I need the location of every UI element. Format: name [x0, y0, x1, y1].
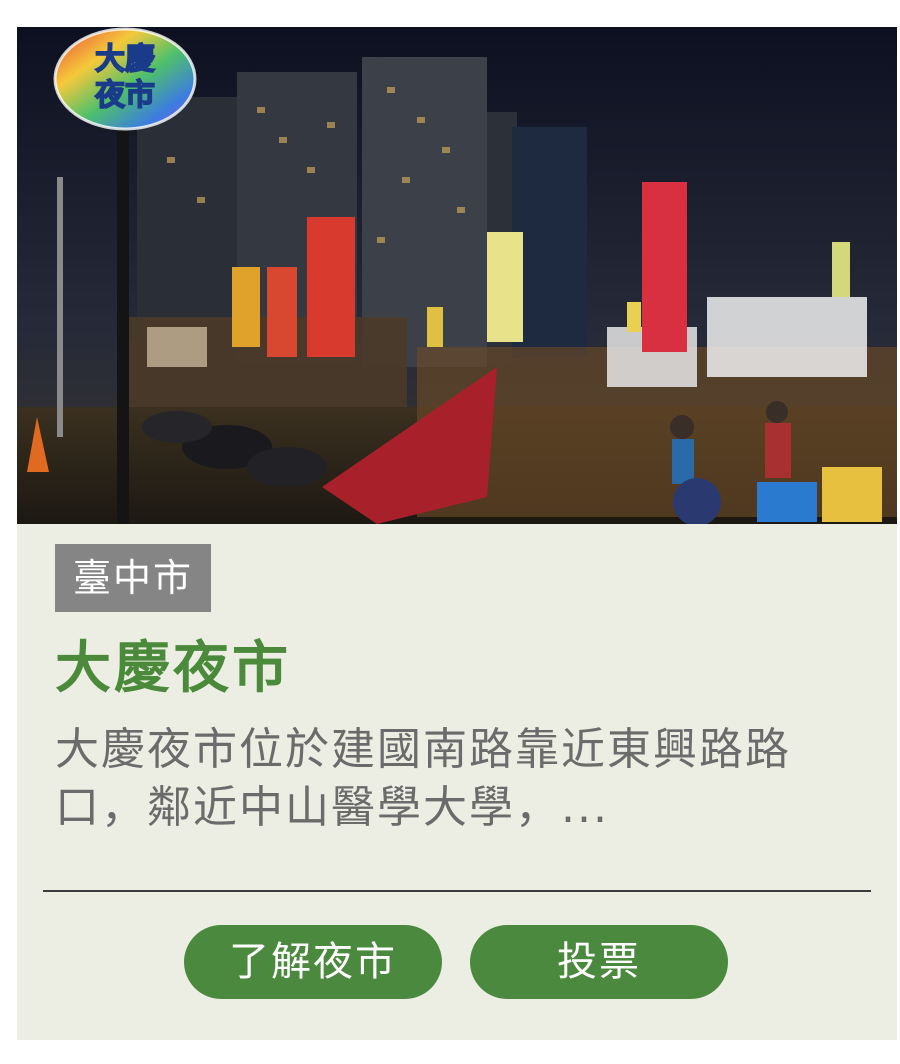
learn-more-button[interactable]: 了解夜市	[184, 925, 442, 999]
sign-text-line1: 大慶	[95, 42, 155, 77]
vote-button[interactable]: 投票	[470, 925, 728, 999]
region-badge: 臺中市	[55, 544, 212, 612]
sign-text-line2: 夜市	[94, 78, 155, 113]
night-market-card: 大慶 夜市 臺中市 大慶夜市 大慶夜市位於建國南路靠近東興路路口，鄰近中山醫學大…	[17, 27, 897, 1040]
night-market-photo[interactable]: 大慶 夜市	[17, 27, 897, 524]
night-market-photo-illustration: 大慶 夜市	[17, 27, 897, 524]
market-description: 大慶夜市位於建國南路靠近東興路路口，鄰近中山醫學大學，...	[55, 724, 791, 833]
divider	[43, 890, 871, 892]
market-title: 大慶夜市	[55, 636, 291, 701]
